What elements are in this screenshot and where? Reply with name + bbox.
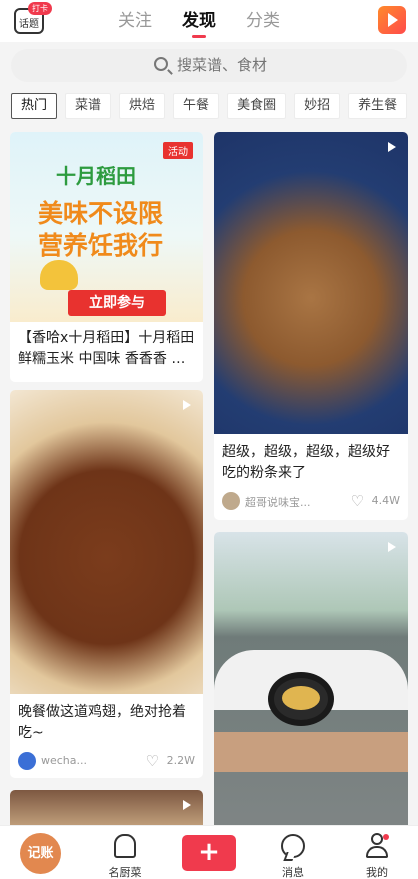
chip-food-circle[interactable]: 美食圈 xyxy=(227,93,287,119)
record-button[interactable]: 记账 xyxy=(20,833,61,874)
corn-illustration xyxy=(40,260,78,290)
nav-me-label: 我的 xyxy=(366,866,388,879)
noodles-card-title: 超级，超级，超级，超级好吃的粉条来了 xyxy=(222,444,390,481)
next-card-photo xyxy=(10,790,203,830)
search-icon xyxy=(154,57,168,71)
rider-legs xyxy=(214,732,408,772)
message-icon xyxy=(281,834,305,858)
feed-card-noodles[interactable]: 超级，超级，超级，超级好吃的粉条来了 超哥说味宝... ♡ 4.4W xyxy=(214,132,408,520)
ad-card-title: 【香哈x十月稻田】十月稻田鲜糯玉米 中国味 香香香 … xyxy=(18,330,195,367)
wings-card-title: 晚餐做这道鸡翅，绝对抢着吃~ xyxy=(18,704,186,741)
tab-discover[interactable]: 发现 xyxy=(182,6,216,38)
video-play-icon xyxy=(388,142,396,152)
nav-me[interactable]: 我的 xyxy=(342,826,412,879)
author-avatar[interactable] xyxy=(222,492,240,510)
ad-slogan-1: 美味不设限 xyxy=(38,199,164,228)
scooter-noodles-photo xyxy=(214,532,408,832)
heart-icon[interactable]: ♡ xyxy=(351,494,364,509)
noodle-bowl xyxy=(268,672,334,726)
noodles-card-meta: 超哥说味宝... ♡ 4.4W xyxy=(222,492,400,512)
tab-follow[interactable]: 关注 xyxy=(118,6,152,31)
search-bar[interactable] xyxy=(11,49,407,82)
nav-record[interactable]: 记账 xyxy=(0,826,70,879)
video-play-icon xyxy=(183,800,191,810)
like-count: 2.2W xyxy=(166,754,195,767)
activity-tag: 活动 xyxy=(163,142,193,159)
feed-card-ad[interactable]: 活动 十月稻田 美味不设限 营养饪我行 立即参与 【香哈x十月稻田】十月稻田鲜糯… xyxy=(10,132,203,382)
checkin-badge: 打卡 xyxy=(28,2,52,15)
author-name[interactable]: wecha... xyxy=(41,754,116,767)
chip-tips[interactable]: 妙招 xyxy=(294,93,341,119)
topic-label: 话题 xyxy=(19,19,39,30)
nav-chef-label: 名厨菜 xyxy=(108,866,142,879)
heart-icon[interactable]: ♡ xyxy=(146,754,159,769)
ad-slogan-2: 营养饪我行 xyxy=(38,231,164,260)
feed-card-road[interactable] xyxy=(214,532,408,832)
chip-lunch[interactable]: 午餐 xyxy=(173,93,220,119)
like-count: 4.4W xyxy=(371,494,400,507)
nav-chef[interactable]: 名厨菜 xyxy=(90,826,160,879)
main-tabs: 关注 发现 分类 xyxy=(118,6,280,38)
feed-card-wings[interactable]: 晚餐做这道鸡翅，绝对抢着吃~ wecha... ♡ 2.2W xyxy=(10,390,203,778)
top-bar: 话题 打卡 关注 发现 分类 xyxy=(0,0,418,42)
nav-messages[interactable]: 消息 xyxy=(258,826,328,879)
nav-messages-label: 消息 xyxy=(282,866,304,879)
wings-card-meta: wecha... ♡ 2.2W xyxy=(18,752,195,772)
bottom-navigation: 记账 名厨菜 + 消息 我的 xyxy=(0,825,418,879)
chip-recipes[interactable]: 菜谱 xyxy=(65,93,112,119)
noodles-photo xyxy=(214,132,408,434)
video-play-icon xyxy=(183,400,191,410)
chip-hot[interactable]: 热门 xyxy=(11,93,58,119)
ad-banner-image: 活动 十月稻田 美味不设限 营养饪我行 立即参与 xyxy=(10,132,203,322)
video-app-icon[interactable] xyxy=(378,6,406,34)
feed-card-next[interactable] xyxy=(10,790,203,830)
wings-photo xyxy=(10,390,203,694)
author-name[interactable]: 超哥说味宝... xyxy=(245,494,320,510)
tab-category[interactable]: 分类 xyxy=(246,6,280,31)
chef-hat-icon xyxy=(114,834,136,858)
chip-health-meal[interactable]: 养生餐 xyxy=(348,93,408,119)
join-now-button[interactable]: 立即参与 xyxy=(68,290,166,316)
video-play-icon xyxy=(388,542,396,552)
notification-dot xyxy=(383,834,389,840)
category-chips: 热门 菜谱 烘焙 午餐 美食圈 妙招 养生餐 xyxy=(11,93,408,119)
create-post-button[interactable]: + xyxy=(182,835,236,871)
search-input[interactable] xyxy=(177,56,297,74)
author-avatar[interactable] xyxy=(18,752,36,770)
ad-brand: 十月稻田 xyxy=(56,164,136,188)
chip-baking[interactable]: 烘焙 xyxy=(119,93,166,119)
